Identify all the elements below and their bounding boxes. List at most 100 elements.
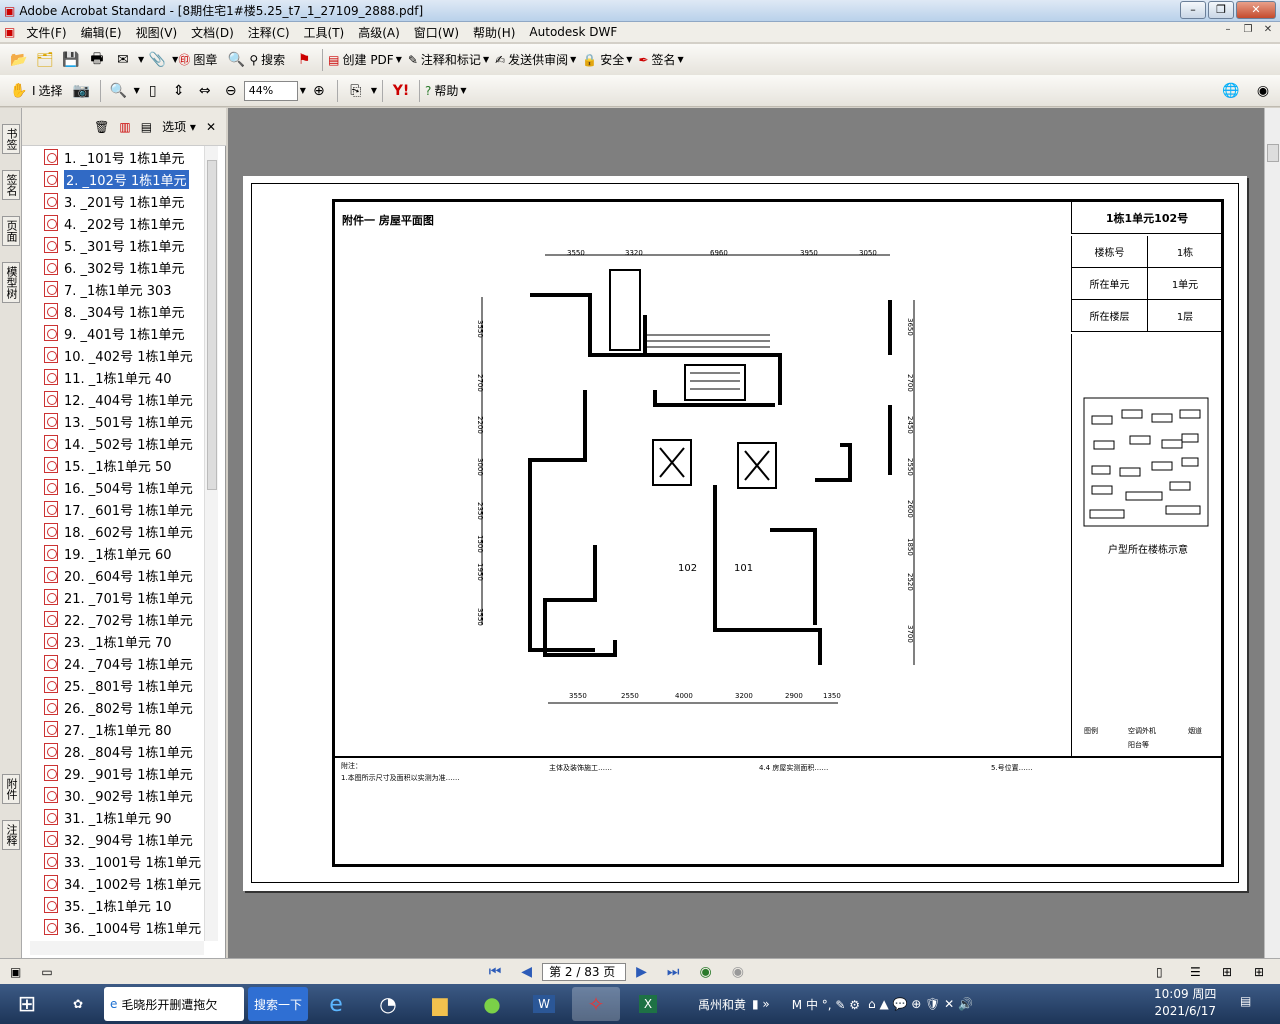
globe-search-icon[interactable]: 🔍	[225, 49, 247, 71]
continuous-facing-icon[interactable]: ⊞	[1254, 965, 1264, 979]
security-button[interactable]: 🔒 安全 ▼	[582, 51, 632, 68]
facing-icon[interactable]: ⊞	[1222, 965, 1232, 979]
bookmark-item[interactable]: 18. _602号 1栋1单元	[44, 520, 204, 542]
delete-bookmark-icon[interactable]: 🗑	[94, 120, 109, 134]
bookmark-item[interactable]: 10. _402号 1栋1单元	[44, 344, 204, 366]
back-view-button[interactable]: ◉	[699, 964, 711, 980]
taskbar-word[interactable]: W	[520, 987, 568, 1021]
notification-icon[interactable]: ▤	[1240, 994, 1251, 1008]
email-icon[interactable]: ✉	[112, 49, 134, 71]
doc-close-button[interactable]: ✕	[1260, 23, 1276, 39]
bookmark-item[interactable]: 14. _502号 1栋1单元	[44, 432, 204, 454]
tab-comments[interactable]: 注释	[2, 820, 20, 850]
close-button[interactable]: ✕	[1236, 1, 1276, 19]
tab-attachments[interactable]: 附件	[2, 774, 20, 804]
bookmark-item[interactable]: 33. _1001号 1栋1单元	[44, 850, 204, 872]
clock[interactable]: 10:09 周四 2021/6/17	[1154, 986, 1216, 1020]
maximize-button[interactable]: ❐	[1208, 1, 1234, 19]
menu-dwf[interactable]: Autodesk DWF	[522, 25, 624, 39]
bookmark-item[interactable]: 6. _302号 1栋1单元	[44, 256, 204, 278]
bookmark-item[interactable]: 8. _304号 1栋1单元	[44, 300, 204, 322]
fit-page-icon[interactable]: ⇕	[168, 80, 190, 102]
document-scrollbar[interactable]	[1264, 108, 1280, 958]
yahoo-icon[interactable]: Y!	[390, 80, 412, 102]
taskbar-excel[interactable]: X	[624, 987, 672, 1021]
tab-pages[interactable]: 页面	[2, 216, 20, 246]
tab-signatures[interactable]: 签名	[2, 170, 20, 200]
next-page-button[interactable]: ▶	[636, 964, 647, 980]
save-icon[interactable]: 💾	[60, 49, 82, 71]
menu-edit[interactable]: 编辑(E)	[74, 24, 129, 41]
menu-help[interactable]: 帮助(H)	[466, 24, 522, 41]
single-page-icon[interactable]: ▯	[1156, 965, 1163, 979]
bookmark-item[interactable]: 5. _301号 1栋1单元	[44, 234, 204, 256]
bookmark-item[interactable]: 30. _902号 1栋1单元	[44, 784, 204, 806]
forward-view-button[interactable]: ◉	[732, 964, 744, 980]
create-pdf-button[interactable]: ▤ 创建 PDF ▼	[328, 51, 402, 68]
bookmark-item[interactable]: 34. _1002号 1栋1单元	[44, 872, 204, 894]
actual-size-icon[interactable]: ▯	[142, 80, 164, 102]
fit-width-icon[interactable]: ⇔	[194, 80, 216, 102]
new-bookmark-icon[interactable]: ▥	[119, 120, 130, 134]
options-menu[interactable]: 选项 ▾	[162, 118, 196, 135]
bookmark-scrollbar[interactable]	[204, 146, 218, 941]
bookmark-item[interactable]: 4. _202号 1栋1单元	[44, 212, 204, 234]
stamp-button[interactable]: ㊞图章	[178, 51, 217, 68]
bookmark-item[interactable]: 13. _501号 1栋1单元	[44, 410, 204, 432]
bookmark-item[interactable]: 23. _1栋1单元 70	[44, 630, 204, 652]
last-page-button[interactable]: ⏭	[667, 964, 680, 980]
bookmark-item[interactable]: 17. _601号 1栋1单元	[44, 498, 204, 520]
bookmark-item[interactable]: 1. _101号 1栋1单元	[44, 146, 204, 168]
organizer-icon[interactable]: 🗂	[34, 49, 56, 71]
bookmark-item[interactable]: 2. _102号 1栋1单元	[44, 168, 204, 190]
bookmark-item[interactable]: 22. _702号 1栋1单元	[44, 608, 204, 630]
bookmark-hscrollbar[interactable]	[30, 941, 204, 955]
close-panel-icon[interactable]: ✕	[206, 120, 216, 134]
bookmark-item[interactable]: 29. _901号 1栋1单元	[44, 762, 204, 784]
bookmark-item[interactable]: 32. _904号 1栋1单元	[44, 828, 204, 850]
ime-icon[interactable]: M 中 °, ✎ ⚙	[792, 996, 860, 1013]
bookmark-item[interactable]: 16. _504号 1栋1单元	[44, 476, 204, 498]
taskbar-ie[interactable]: e	[312, 987, 360, 1021]
tab-bookmarks[interactable]: 书签	[2, 124, 20, 154]
bookmark-item[interactable]: 36. _1004号 1栋1单元	[44, 916, 204, 938]
search-button[interactable]: ⚲ 搜索	[249, 51, 285, 68]
taskbar-browser[interactable]: ◔	[364, 987, 412, 1021]
send-review-button[interactable]: ✍ 发送供审阅 ▼	[495, 51, 576, 68]
menu-window[interactable]: 窗口(W)	[407, 24, 466, 41]
menu-document[interactable]: 文档(D)	[184, 24, 241, 41]
rotate-view-icon[interactable]: ⎘	[345, 80, 367, 102]
tray-text[interactable]: 禹州和黄	[698, 996, 746, 1013]
bookmark-item[interactable]: 19. _1栋1单元 60	[44, 542, 204, 564]
zoom-level-field[interactable]: 44%	[243, 80, 298, 101]
menu-file[interactable]: 文件(F)	[19, 24, 73, 41]
tray-icons[interactable]: ⌂ ▲ 💬 ⊕ 🛡 ✕ 🔊	[868, 997, 973, 1011]
tray-app-icon[interactable]: ▮ »	[752, 997, 770, 1011]
hand-tool-icon[interactable]: ✋	[8, 80, 30, 102]
security-doc-icon[interactable]: ⚑	[293, 49, 315, 71]
bookmark-item[interactable]: 25. _801号 1栋1单元	[44, 674, 204, 696]
bookmark-item[interactable]: 24. _704号 1栋1单元	[44, 652, 204, 674]
expand-bookmark-icon[interactable]: ▤	[141, 120, 152, 134]
sign-button[interactable]: ✒ 签名 ▼	[638, 51, 683, 68]
print-icon[interactable]: 🖶	[86, 49, 108, 71]
bookmark-item[interactable]: 7. _1栋1单元 303	[44, 278, 204, 300]
bookmark-item[interactable]: 9. _401号 1栋1单元	[44, 322, 204, 344]
attach-icon[interactable]: 📎	[146, 49, 168, 71]
bookmark-item[interactable]: 15. _1栋1单元 50	[44, 454, 204, 476]
minimize-button[interactable]: –	[1180, 1, 1206, 19]
tab-model-tree[interactable]: 模型树	[2, 262, 20, 303]
select-tool-button[interactable]: I 选择	[32, 82, 63, 99]
bookmark-item[interactable]: 31. _1栋1单元 90	[44, 806, 204, 828]
globe-icon[interactable]: 🌐	[1220, 80, 1242, 102]
menu-advanced[interactable]: 高级(A)	[351, 24, 407, 41]
menu-view[interactable]: 视图(V)	[129, 24, 185, 41]
page-number-field[interactable]: 第 2 / 83 页	[542, 962, 627, 981]
ie-task-button[interactable]: e 毛晓彤开删遭拖欠	[104, 987, 244, 1021]
bookmark-item[interactable]: 20. _604号 1栋1单元	[44, 564, 204, 586]
page-thumbnail-icon[interactable]: ▭	[41, 965, 52, 979]
bookmark-item[interactable]: 11. _1栋1单元 40	[44, 366, 204, 388]
prev-page-button[interactable]: ◀	[521, 964, 532, 980]
bookmark-item[interactable]: 3. _201号 1栋1单元	[44, 190, 204, 212]
taskbar-app-colorful[interactable]: ✿	[56, 987, 100, 1021]
